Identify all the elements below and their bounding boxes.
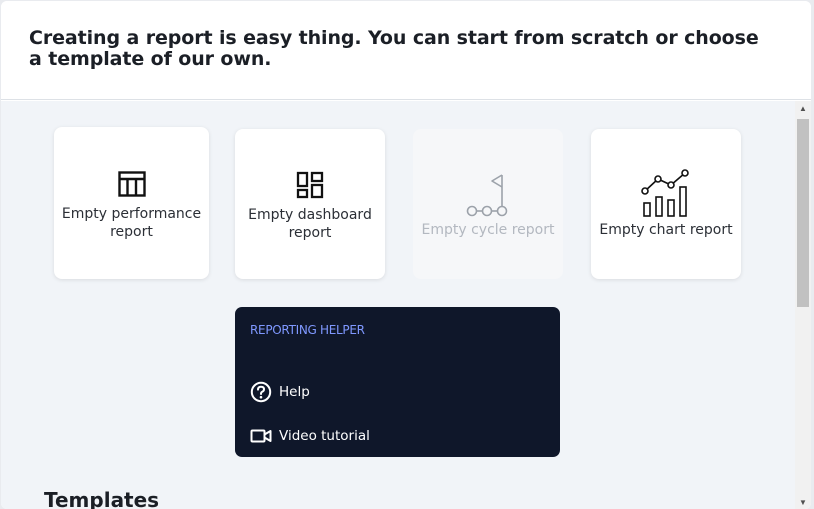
body-scrollbar[interactable]: ▲ ▼ — [795, 101, 811, 509]
reporting-helper-panel: REPORTING HELPER Help Video tutorial — [235, 307, 560, 457]
card-label: Empty dashboard report — [248, 207, 372, 241]
empty-chart-report-card[interactable]: Empty chart report — [591, 129, 741, 279]
help-link-label: Help — [279, 384, 310, 400]
scroll-down-arrow-icon[interactable]: ▼ — [795, 495, 811, 509]
helper-title: REPORTING HELPER — [250, 323, 365, 337]
cycle-flag-icon — [413, 171, 563, 219]
create-report-dialog: Creating a report is easy thing. You can… — [1, 1, 811, 509]
dashboard-grid-icon — [235, 171, 385, 199]
help-link[interactable]: Help — [250, 380, 310, 404]
empty-performance-report-card[interactable]: Empty performance report — [54, 127, 209, 279]
bar-line-chart-icon — [591, 169, 741, 219]
video-tutorial-link-label: Video tutorial — [279, 428, 370, 444]
empty-cycle-report-card: Empty cycle report — [413, 129, 563, 279]
card-label: Empty performance report — [61, 206, 202, 240]
scroll-up-arrow-icon[interactable]: ▲ — [795, 101, 811, 115]
dialog-body: Empty performance report Empty dashboard… — [1, 101, 795, 509]
video-camera-icon — [250, 425, 272, 447]
card-label: Empty chart report — [599, 222, 733, 238]
help-circle-icon — [250, 381, 272, 403]
card-label: Empty cycle report — [421, 222, 555, 238]
templates-heading: Templates — [44, 488, 160, 509]
dialog-title: Creating a report is easy thing. You can… — [29, 27, 759, 70]
empty-dashboard-report-card[interactable]: Empty dashboard report — [235, 129, 385, 279]
table-layout-icon — [54, 171, 209, 197]
video-tutorial-link[interactable]: Video tutorial — [250, 424, 370, 448]
dialog-header: Creating a report is easy thing. You can… — [1, 1, 811, 100]
scrollbar-thumb[interactable] — [797, 119, 809, 307]
